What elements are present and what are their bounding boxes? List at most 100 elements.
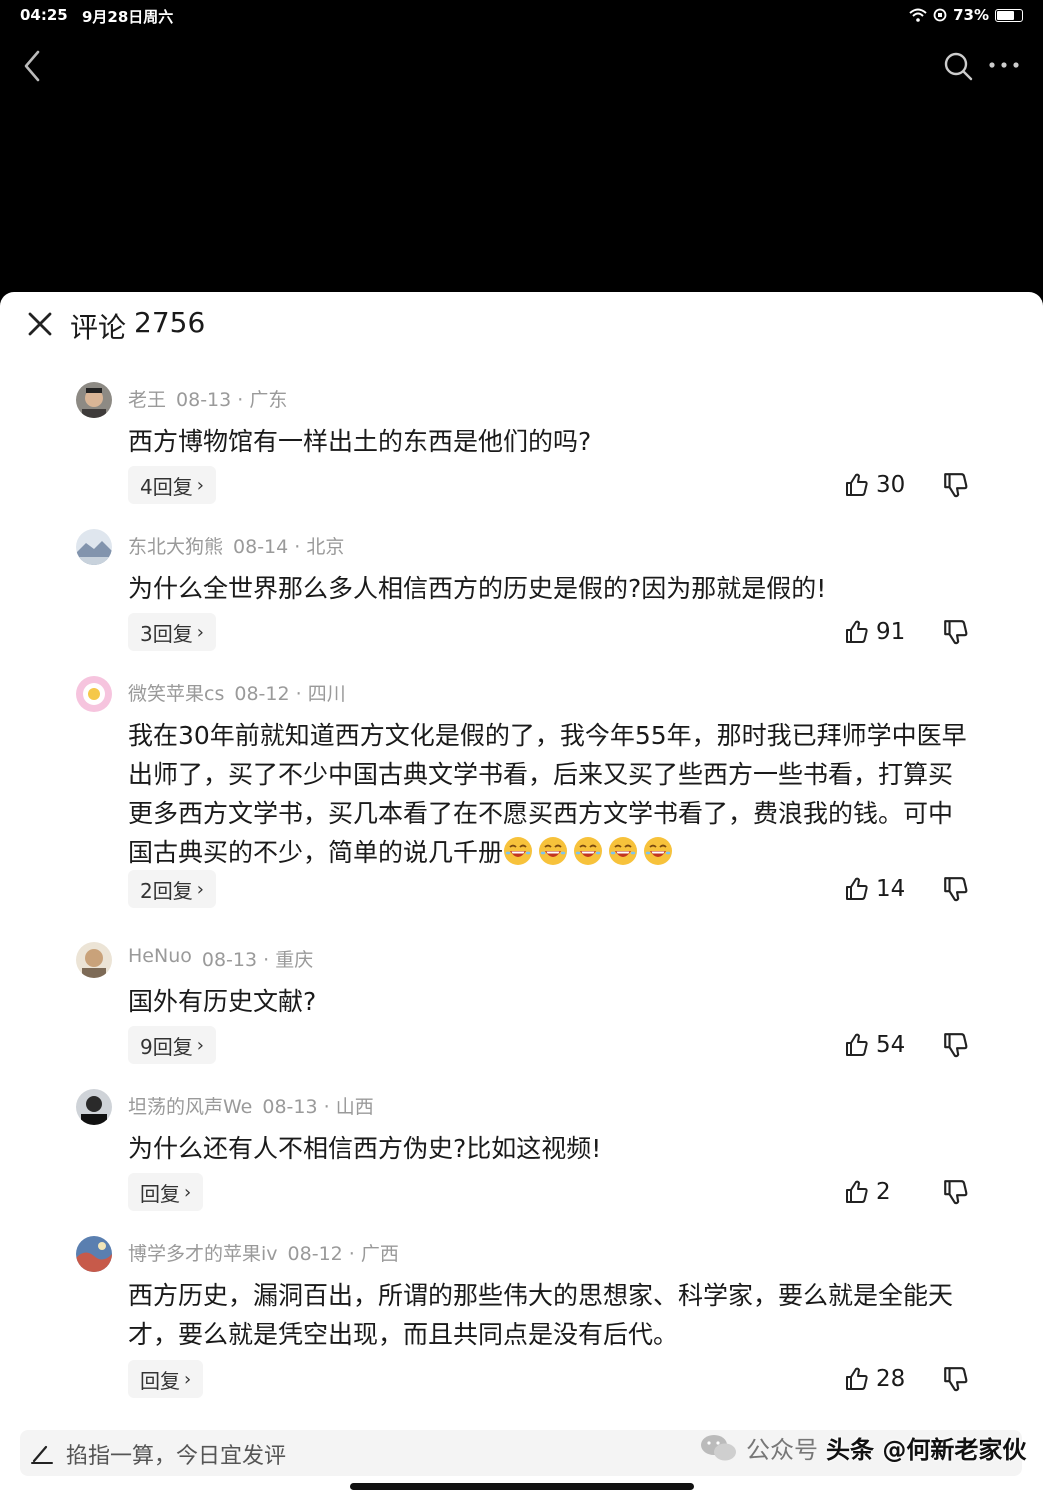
comment-meta: 坦荡的风声We 08-13 · 山西 [128, 1092, 374, 1119]
thumbs-down-icon[interactable] [942, 1030, 970, 1060]
comment-text: 为什么还有人不相信西方伪史?比如这视频! [128, 1134, 602, 1163]
comment-meta: 老王 08-13 · 广东 [128, 385, 287, 412]
like-button[interactable]: 2 [844, 1177, 891, 1207]
battery-percent: 73% [953, 6, 989, 24]
thumbs-up-icon [846, 877, 868, 900]
thumbs-down-icon[interactable] [942, 1177, 970, 1207]
comment-count: 2756 [134, 306, 206, 339]
comment-author[interactable]: HeNuo [128, 945, 192, 972]
comment-text: 西方历史，漏洞百出，所谓的那些伟大的思想家、科学家，要么就是全能天才，要么就是凭… [128, 1281, 954, 1349]
comment-date-location: 08-12 · 广西 [287, 1243, 399, 1265]
panel-header: 评论 2756 [0, 292, 1043, 358]
wechat-icon [701, 1434, 736, 1460]
comment-date-location: 08-12 · 四川 [234, 683, 346, 705]
laughing-emoji-icon [609, 837, 638, 865]
wifi-icon [909, 8, 927, 22]
comment-text: 国外有历史文献? [128, 987, 317, 1016]
avatar[interactable] [76, 942, 112, 978]
thumbs-down-icon[interactable] [942, 617, 970, 647]
reply-label: 3回复 [140, 621, 193, 646]
thumbs-down-icon[interactable] [942, 1364, 970, 1394]
avatar[interactable] [76, 382, 112, 418]
like-count: 30 [876, 472, 906, 498]
reply-button[interactable]: 3回复 › [128, 613, 216, 651]
comment-meta: 微笑苹果cs 08-12 · 四川 [128, 679, 346, 706]
like-button[interactable]: 91 [844, 617, 905, 647]
thumbs-up-icon [846, 1367, 868, 1390]
avatar[interactable] [76, 529, 112, 565]
reply-button[interactable]: 4回复 › [128, 466, 216, 504]
like-button[interactable]: 28 [844, 1364, 905, 1394]
comment-meta: 东北大狗熊 08-14 · 北京 [128, 532, 344, 559]
comment-date-location: 08-13 · 山西 [262, 1096, 374, 1118]
pen-icon [31, 1445, 53, 1464]
comment-meta: 博学多才的苹果iv 08-12 · 广西 [128, 1239, 399, 1266]
comment-author[interactable]: 微笑苹果cs [128, 679, 224, 706]
comment-text: 为什么全世界那么多人相信西方的历史是假的?因为那就是假的! [128, 574, 827, 603]
laughing-emoji-icon [504, 837, 533, 865]
battery-fill [997, 10, 1014, 20]
chevron-left-icon[interactable] [18, 48, 46, 84]
comment-text: 我在30年前就知道西方文化是假的了，我今年55年，那时我已拜师学中医早出师了，买… [128, 716, 973, 872]
reply-button[interactable]: 9回复 › [128, 1026, 216, 1064]
avatar[interactable] [76, 676, 112, 712]
watermark-label: 公众号 [746, 1436, 818, 1464]
comment-meta: HeNuo 08-13 · 重庆 [128, 945, 313, 972]
avatar[interactable] [76, 1089, 112, 1125]
more-dots-icon[interactable] [986, 54, 1022, 76]
thumbs-down-icon[interactable] [942, 470, 970, 500]
chevron-right-icon: › [196, 1034, 204, 1056]
status-time: 04:25 [20, 6, 68, 24]
reply-button[interactable]: 回复 › [128, 1173, 204, 1211]
chevron-right-icon: › [184, 1181, 192, 1203]
reply-label: 2回复 [140, 878, 193, 903]
top-nav [0, 36, 1043, 96]
like-button[interactable]: 30 [844, 470, 905, 500]
comment-date-location: 08-13 · 重庆 [201, 949, 314, 971]
comment-author[interactable]: 博学多才的苹果iv [128, 1239, 278, 1266]
battery-icon [995, 8, 1023, 22]
panel-title: 评论 2756 [70, 306, 205, 346]
chevron-right-icon: › [184, 1368, 192, 1390]
status-bar: 04:25 9月28日周六 73% [0, 0, 1043, 32]
like-count: 2 [876, 1179, 891, 1205]
laughing-emoji-icon [539, 837, 568, 865]
reply-button[interactable]: 回复 › [128, 1360, 204, 1398]
comment-date-location: 08-14 · 北京 [233, 536, 345, 558]
avatar[interactable] [76, 1236, 112, 1272]
close-icon[interactable] [26, 310, 54, 338]
reply-label: 回复 [140, 1181, 180, 1206]
comment-author[interactable]: 东北大狗熊 [128, 532, 223, 559]
laughing-emoji-icon [644, 837, 673, 865]
reply-label: 9回复 [140, 1034, 193, 1059]
search-icon[interactable] [942, 50, 974, 82]
laughing-emoji-icon [574, 837, 603, 865]
chevron-right-icon: › [196, 474, 204, 496]
like-count: 28 [876, 1366, 906, 1392]
chevron-right-icon: › [196, 878, 204, 900]
thumbs-up-icon [846, 473, 868, 496]
thumbs-up-icon [846, 620, 868, 643]
thumbs-down-icon[interactable] [942, 874, 970, 904]
thumbs-up-icon [846, 1033, 868, 1056]
status-right: 73% [909, 6, 1023, 24]
reply-label: 回复 [140, 1368, 180, 1393]
comment-author[interactable]: 坦荡的风声We [128, 1092, 252, 1119]
like-button[interactable]: 14 [844, 874, 905, 904]
status-date: 9月28日周六 [82, 8, 174, 26]
comment-input-placeholder: 掐指一算，今日宜发评 [66, 1444, 287, 1469]
like-button[interactable]: 54 [844, 1030, 905, 1060]
like-count: 14 [876, 876, 906, 902]
home-indicator [350, 1483, 694, 1490]
comment-panel: 评论 2756 老王 08-13 · 广东 西方博物馆有一样出土的东西是他们的吗… [0, 292, 1043, 1500]
like-count: 54 [876, 1032, 906, 1058]
reply-label: 4回复 [140, 474, 193, 499]
comment-text: 西方博物馆有一样出土的东西是他们的吗? [128, 427, 592, 456]
emoji-row [503, 837, 678, 867]
panel-title-label: 评论 [70, 311, 127, 344]
orientation-lock-icon [933, 8, 947, 22]
like-count: 91 [876, 619, 906, 645]
comment-author[interactable]: 老王 [128, 385, 166, 412]
reply-button[interactable]: 2回复 › [128, 870, 216, 908]
watermark-author: 头条 @何新老家伙 [826, 1436, 1027, 1464]
